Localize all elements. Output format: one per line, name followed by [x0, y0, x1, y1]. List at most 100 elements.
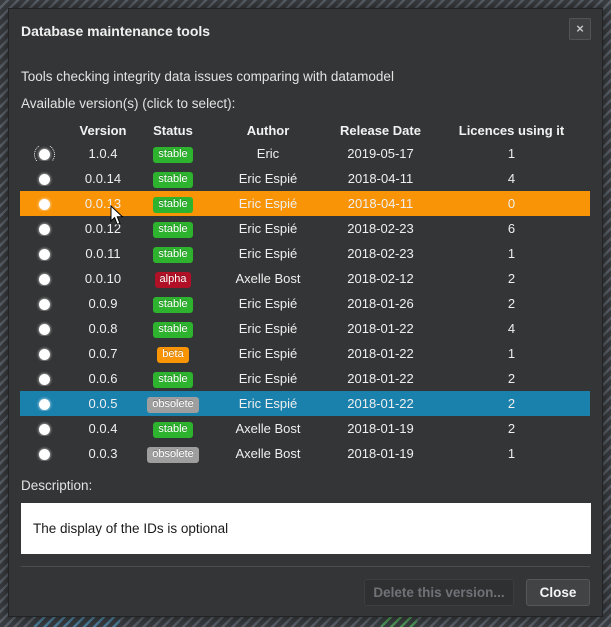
version-radio[interactable]: [39, 399, 50, 410]
table-row[interactable]: 0.0.13 stable Eric Espié 2018-04-11 0: [20, 191, 590, 216]
status-badge: stable: [153, 322, 192, 338]
version-radio[interactable]: [39, 249, 50, 260]
status-badge: stable: [153, 147, 192, 163]
version-cell: 1.0.4: [68, 146, 138, 161]
dialog-title: Database maintenance tools: [21, 23, 210, 39]
table-header-row: Version Status Author Release Date Licen…: [20, 119, 590, 141]
header-licences: Licences using it: [433, 123, 590, 138]
table-row[interactable]: 0.0.5 obsolete Eric Espié 2018-01-22 2: [20, 391, 590, 416]
licences-cell: 2: [433, 296, 590, 311]
table-row[interactable]: 0.0.14 stable Eric Espié 2018-04-11 4: [20, 166, 590, 191]
author-cell: Eric Espié: [208, 171, 328, 186]
status-badge: stable: [153, 372, 192, 388]
release-date-cell: 2018-01-19: [328, 421, 433, 436]
licences-cell: 4: [433, 321, 590, 336]
table-row[interactable]: 0.0.6 stable Eric Espié 2018-01-22 2: [20, 366, 590, 391]
licences-cell: 2: [433, 396, 590, 411]
author-cell: Eric Espié: [208, 221, 328, 236]
version-radio[interactable]: [39, 324, 50, 335]
release-date-cell: 2018-04-11: [328, 171, 433, 186]
version-radio[interactable]: [39, 424, 50, 435]
status-badge: obsolete: [147, 397, 199, 413]
licences-cell: 1: [433, 246, 590, 261]
licences-cell: 4: [433, 171, 590, 186]
header-release-date: Release Date: [328, 123, 433, 138]
status-badge: stable: [153, 297, 192, 313]
version-radio[interactable]: [39, 174, 50, 185]
status-badge: beta: [157, 347, 188, 363]
author-cell: Eric Espié: [208, 196, 328, 211]
author-cell: Eric Espié: [208, 246, 328, 261]
table-row[interactable]: 0.0.4 stable Axelle Bost 2018-01-19 2: [20, 416, 590, 441]
version-cell: 0.0.10: [68, 271, 138, 286]
table-row[interactable]: 0.0.3 obsolete Axelle Bost 2018-01-19 1: [20, 441, 590, 466]
version-radio[interactable]: [39, 349, 50, 360]
version-radio[interactable]: [39, 449, 50, 460]
release-date-cell: 2018-01-19: [328, 446, 433, 461]
author-cell: Eric Espié: [208, 396, 328, 411]
author-cell: Eric Espié: [208, 371, 328, 386]
delete-version-button[interactable]: Delete this version...: [364, 579, 514, 606]
release-date-cell: 2018-01-26: [328, 296, 433, 311]
author-cell: Eric Espié: [208, 321, 328, 336]
licences-cell: 1: [433, 346, 590, 361]
version-cell: 0.0.5: [68, 396, 138, 411]
table-row[interactable]: 0.0.12 stable Eric Espié 2018-02-23 6: [20, 216, 590, 241]
status-badge: stable: [153, 197, 192, 213]
version-cell: 0.0.8: [68, 321, 138, 336]
status-badge: stable: [153, 172, 192, 188]
status-badge: alpha: [155, 272, 192, 288]
version-cell: 0.0.13: [68, 196, 138, 211]
release-date-cell: 2019-05-17: [328, 146, 433, 161]
status-badge: stable: [153, 422, 192, 438]
description-box: The display of the IDs is optional: [21, 503, 591, 554]
versions-label: Available version(s) (click to select):: [21, 96, 235, 111]
version-radio[interactable]: [39, 224, 50, 235]
table-row[interactable]: 0.0.7 beta Eric Espié 2018-01-22 1: [20, 341, 590, 366]
database-maintenance-dialog: Database maintenance tools × Tools check…: [8, 8, 603, 617]
release-date-cell: 2018-01-22: [328, 346, 433, 361]
version-radio[interactable]: [39, 199, 50, 210]
footer-divider: [21, 566, 590, 567]
status-badge: obsolete: [147, 447, 199, 463]
release-date-cell: 2018-01-22: [328, 396, 433, 411]
table-row[interactable]: 0.0.9 stable Eric Espié 2018-01-26 2: [20, 291, 590, 316]
close-button[interactable]: Close: [526, 579, 590, 606]
release-date-cell: 2018-02-12: [328, 271, 433, 286]
release-date-cell: 2018-02-23: [328, 221, 433, 236]
licences-cell: 1: [433, 446, 590, 461]
table-row[interactable]: 1.0.4 stable Eric 2019-05-17 1: [20, 141, 590, 166]
licences-cell: 6: [433, 221, 590, 236]
version-radio[interactable]: [39, 374, 50, 385]
licences-cell: 1: [433, 146, 590, 161]
version-radio[interactable]: [39, 274, 50, 285]
licences-cell: 0: [433, 196, 590, 211]
header-author: Author: [208, 123, 328, 138]
release-date-cell: 2018-04-11: [328, 196, 433, 211]
version-cell: 0.0.9: [68, 296, 138, 311]
table-row[interactable]: 0.0.8 stable Eric Espié 2018-01-22 4: [20, 316, 590, 341]
licences-cell: 2: [433, 271, 590, 286]
close-icon[interactable]: ×: [569, 18, 591, 40]
author-cell: Eric: [208, 146, 328, 161]
author-cell: Axelle Bost: [208, 271, 328, 286]
table-row[interactable]: 0.0.11 stable Eric Espié 2018-02-23 1: [20, 241, 590, 266]
version-radio[interactable]: [39, 149, 50, 160]
author-cell: Axelle Bost: [208, 446, 328, 461]
version-table-body: 1.0.4 stable Eric 2019-05-17 1 0.0.14 st…: [20, 141, 590, 466]
version-cell: 0.0.11: [68, 246, 138, 261]
header-status: Status: [138, 123, 208, 138]
author-cell: Eric Espié: [208, 296, 328, 311]
version-cell: 0.0.6: [68, 371, 138, 386]
author-cell: Eric Espié: [208, 346, 328, 361]
description-label: Description:: [21, 478, 92, 493]
licences-cell: 2: [433, 421, 590, 436]
version-cell: 0.0.3: [68, 446, 138, 461]
licences-cell: 2: [433, 371, 590, 386]
header-version: Version: [68, 123, 138, 138]
version-cell: 0.0.14: [68, 171, 138, 186]
release-date-cell: 2018-01-22: [328, 371, 433, 386]
table-row[interactable]: 0.0.10 alpha Axelle Bost 2018-02-12 2: [20, 266, 590, 291]
version-radio[interactable]: [39, 299, 50, 310]
version-cell: 0.0.7: [68, 346, 138, 361]
